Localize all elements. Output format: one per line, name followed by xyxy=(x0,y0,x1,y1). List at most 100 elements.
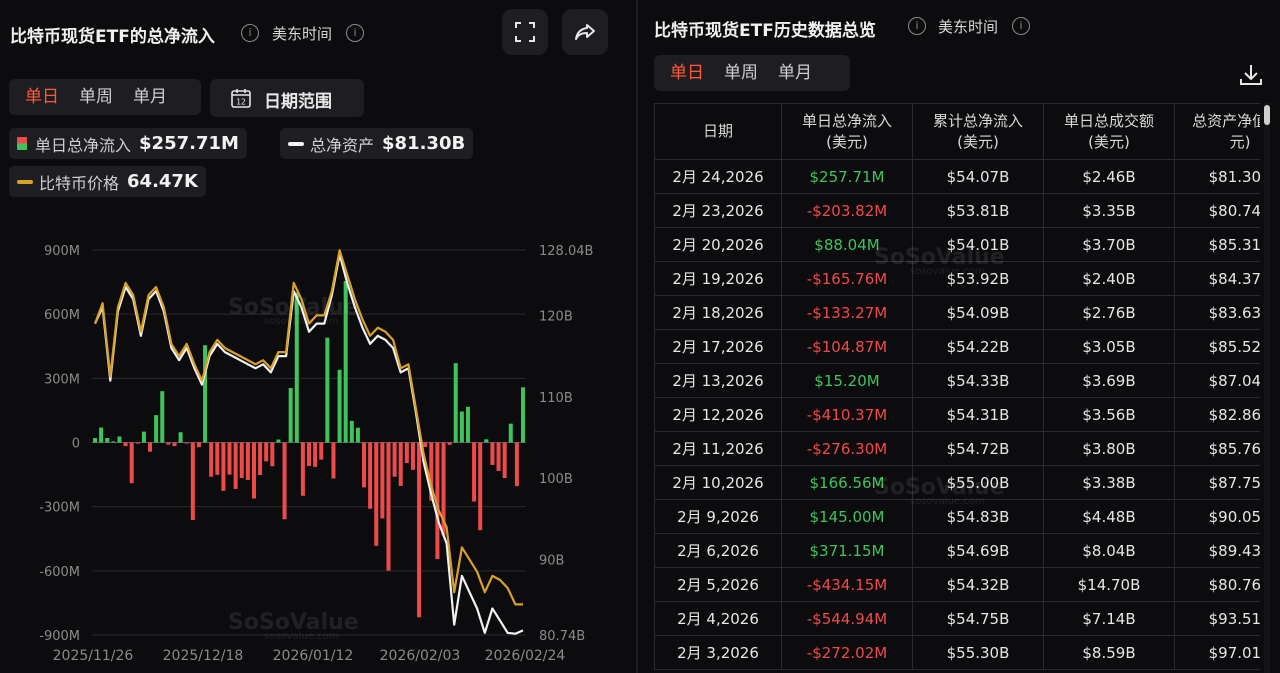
table-row[interactable]: 2月 4,2026-$544.94M$54.75B$7.14B$93.51B xyxy=(654,601,1260,636)
tab-weekly[interactable]: 单周 xyxy=(69,79,123,115)
y-right-tick-label: 80.74B xyxy=(539,629,585,644)
table-cell: $2.46B xyxy=(1043,159,1175,194)
table-cell: $15.20M xyxy=(781,363,913,398)
table-row[interactable]: 2月 3,2026-$272.02M$55.30B$8.59B$97.01B xyxy=(654,635,1260,670)
table-row[interactable]: 2月 19,2026-$165.76M$53.92B$2.40B$84.37B xyxy=(654,261,1260,296)
fullscreen-icon xyxy=(515,22,535,42)
inflow-bar xyxy=(184,442,189,444)
timezone-info-icon[interactable]: i xyxy=(1012,17,1030,35)
table-cell: $87.75B xyxy=(1174,465,1260,500)
table-cell: 2月 11,2026 xyxy=(654,431,782,466)
date-range-button[interactable]: 12 日期范围 xyxy=(210,79,364,117)
table-cell: -$434.15M xyxy=(781,567,913,602)
tab-daily[interactable]: 单日 xyxy=(15,79,69,115)
table-cell: -$165.76M xyxy=(781,261,913,296)
info-icon[interactable]: i xyxy=(908,17,926,35)
table-row[interactable]: 2月 5,2026-$434.15M$54.32B$14.70B$80.76B xyxy=(654,567,1260,602)
inflow-bar xyxy=(141,431,146,443)
inflow-bar xyxy=(325,337,330,443)
table-cell: $54.22B xyxy=(912,329,1044,364)
table-cell: $54.75B xyxy=(912,601,1044,636)
inflow-bar xyxy=(105,438,110,443)
inflow-bar xyxy=(453,363,458,443)
inflow-bar xyxy=(258,442,263,476)
inflow-bar xyxy=(386,442,391,571)
inflow-bar xyxy=(300,442,305,496)
x-tick-label: 2025/11/26 xyxy=(53,648,134,664)
tab-weekly[interactable]: 单周 xyxy=(714,55,768,91)
table-cell: $88.04M xyxy=(781,227,913,262)
table-row[interactable]: 2月 10,2026$166.56M$55.00B$3.38B$87.75B xyxy=(654,465,1260,500)
y-left-tick-label: 600M xyxy=(44,308,80,323)
legend-label: 单日总净流入 xyxy=(35,135,132,155)
table-row[interactable]: 2月 11,2026-$276.30M$54.72B$3.80B$85.76B xyxy=(654,431,1260,466)
table-cell: -$410.37M xyxy=(781,397,913,432)
legend-btc-price[interactable]: 比特币价格 64.47K xyxy=(9,166,206,197)
table-cell: $54.72B xyxy=(912,431,1044,466)
table-cell: 2月 3,2026 xyxy=(654,635,782,670)
table-cell: 2月 5,2026 xyxy=(654,567,782,602)
table-row[interactable]: 2月 23,2026-$203.82M$53.81B$3.35B$80.74B xyxy=(654,193,1260,228)
y-right-tick-label: 120B xyxy=(539,309,573,324)
history-table: 日期单日总净流入(美元)累计总净流入(美元)单日总成交额(美元)总资产净值(美元… xyxy=(654,103,1260,670)
tab-monthly[interactable]: 单月 xyxy=(123,79,177,115)
table-cell: 2月 17,2026 xyxy=(654,329,782,364)
table-cell: -$272.02M xyxy=(781,635,913,670)
column-header: 单日总净流入 (美元) xyxy=(781,103,913,160)
tab-daily[interactable]: 单日 xyxy=(660,55,714,91)
gold-line-swatch-icon xyxy=(17,179,33,184)
x-tick-label: 2026/02/24 xyxy=(485,648,566,664)
table-row[interactable]: 2月 17,2026-$104.87M$54.22B$3.05B$85.52B xyxy=(654,329,1260,364)
table-cell: $54.01B xyxy=(912,227,1044,262)
table-cell: $54.31B xyxy=(912,397,1044,432)
scrollbar[interactable] xyxy=(1264,103,1270,673)
info-icon[interactable]: i xyxy=(241,24,259,42)
table-header-row: 日期单日总净流入(美元)累计总净流入(美元)单日总成交额(美元)总资产净值(美元… xyxy=(654,103,1260,160)
table-row[interactable]: 2月 12,2026-$410.37M$54.31B$3.56B$82.86B xyxy=(654,397,1260,432)
legend-net-inflow[interactable]: 单日总净流入 $257.71M xyxy=(9,128,247,159)
fullscreen-button[interactable] xyxy=(502,9,548,55)
inflow-bar xyxy=(478,442,483,531)
inflow-bar xyxy=(508,423,513,443)
table-cell: $145.00M xyxy=(781,499,913,534)
y-left-tick-label: 900M xyxy=(44,244,80,259)
download-icon[interactable] xyxy=(1238,62,1264,88)
white-line-swatch-icon xyxy=(288,141,304,146)
legend-label: 比特币价格 xyxy=(39,173,120,193)
y-right-tick-label: 100B xyxy=(539,472,573,487)
inflow-bar xyxy=(490,442,495,465)
table-cell: 2月 18,2026 xyxy=(654,295,782,330)
table-cell: $93.51B xyxy=(1174,601,1260,636)
share-button[interactable] xyxy=(562,9,608,55)
calendar-day: 12 xyxy=(236,98,246,107)
table-cell: $8.59B xyxy=(1043,635,1175,670)
inflow-bar xyxy=(196,442,201,448)
table-cell: $8.04B xyxy=(1043,533,1175,568)
table-cell: $55.00B xyxy=(912,465,1044,500)
calendar-icon: 12 xyxy=(231,89,251,108)
table-row[interactable]: 2月 9,2026$145.00M$54.83B$4.48B$90.05B xyxy=(654,499,1260,534)
inflow-bar xyxy=(496,442,501,471)
table-cell: $85.52B xyxy=(1174,329,1260,364)
inflow-bar xyxy=(404,442,409,464)
table-row[interactable]: 2月 13,2026$15.20M$54.33B$3.69B$87.04B xyxy=(654,363,1260,398)
table-cell: 2月 20,2026 xyxy=(654,227,782,262)
table-body: 2月 24,2026$257.71M$54.07B$2.46B$81.30B2月… xyxy=(654,159,1260,670)
table-row[interactable]: 2月 6,2026$371.15M$54.69B$8.04B$89.43B xyxy=(654,533,1260,568)
inflow-bar xyxy=(209,442,214,477)
legend-net-assets[interactable]: 总净资产 $81.30B xyxy=(280,128,474,159)
table-cell: $54.07B xyxy=(912,159,1044,194)
inflow-bar xyxy=(178,432,183,443)
timezone-info-icon[interactable]: i xyxy=(346,24,364,42)
table-row[interactable]: 2月 20,2026$88.04M$54.01B$3.70B$85.31B xyxy=(654,227,1260,262)
scrollbar-thumb[interactable] xyxy=(1264,105,1270,125)
table-row[interactable]: 2月 18,2026-$133.27M$54.09B$2.76B$83.63B xyxy=(654,295,1260,330)
table-cell: $80.76B xyxy=(1174,567,1260,602)
legend-label: 总净资产 xyxy=(310,135,375,155)
inflow-bar xyxy=(99,427,104,443)
chart-panel-title: 比特币现货ETF的总净流入 xyxy=(10,27,215,47)
y-left-tick-label: -300M xyxy=(39,501,80,516)
tab-monthly[interactable]: 单月 xyxy=(768,55,822,91)
table-row[interactable]: 2月 24,2026$257.71M$54.07B$2.46B$81.30B xyxy=(654,159,1260,194)
inflow-bar xyxy=(514,442,519,487)
